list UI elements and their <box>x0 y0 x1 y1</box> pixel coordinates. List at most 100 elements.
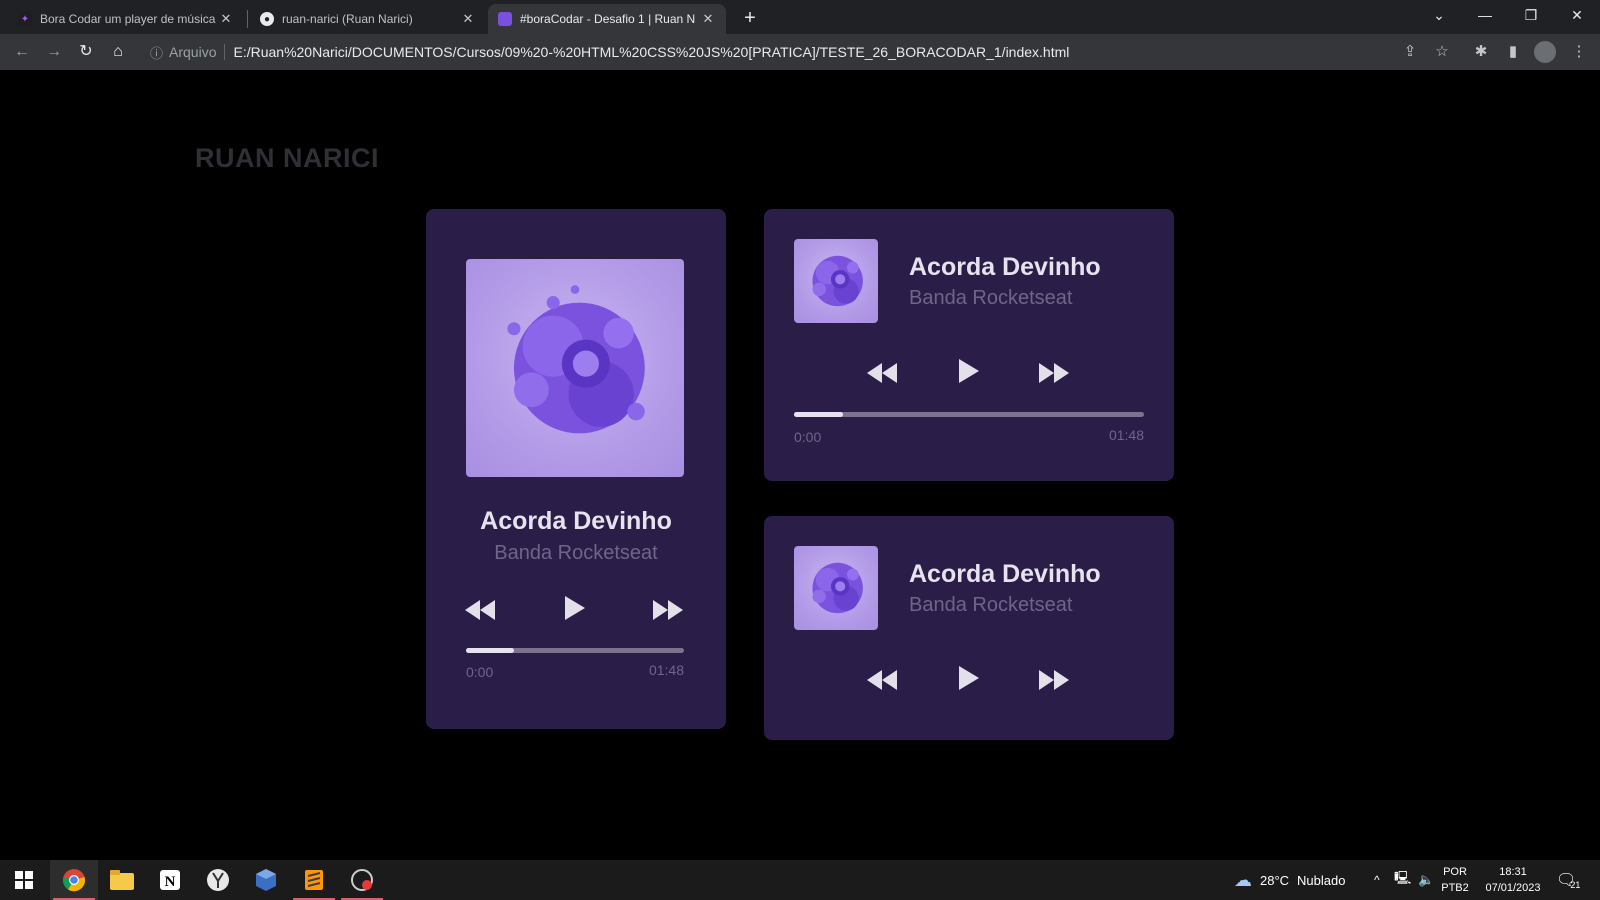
current-time: 0:00 <box>794 429 822 445</box>
page-favicon-icon <box>498 12 512 26</box>
virtualbox-icon[interactable] <box>242 860 290 900</box>
play-icon <box>959 666 979 690</box>
notifications-button[interactable]: 🗨 21 <box>1556 860 1580 900</box>
music-player-compact: Acorda Devinho Banda Rocketseat <box>764 516 1174 740</box>
album-art-graphic <box>812 562 863 614</box>
clock-date[interactable]: 07/01/2023 <box>1478 882 1548 894</box>
bookmark-star-icon[interactable]: ☆ <box>1431 41 1453 63</box>
progress-fill <box>466 648 514 653</box>
play-button[interactable] <box>950 358 986 384</box>
fast-forward-button[interactable] <box>1036 360 1072 386</box>
new-tab-button[interactable]: + <box>738 6 762 30</box>
rewind-button[interactable] <box>462 597 498 623</box>
back-icon[interactable]: ← <box>10 40 34 64</box>
weather-temperature: 28°C <box>1260 872 1290 888</box>
notion-icon[interactable]: N <box>146 860 194 900</box>
github-icon: ● <box>260 12 274 26</box>
show-hidden-icons[interactable]: ^ <box>1374 860 1380 900</box>
play-icon <box>565 596 585 620</box>
fast-forward-icon <box>653 600 683 620</box>
cloud-icon: ☁ <box>1234 869 1252 890</box>
duration: 01:48 <box>1108 427 1144 443</box>
fast-forward-button[interactable] <box>650 597 686 623</box>
address-divider <box>224 44 226 60</box>
tab-bora-codar[interactable]: ✦ Bora Codar um player de música ✕ <box>8 4 244 34</box>
rewind-icon <box>867 363 897 383</box>
browser-toolbar: ← → ↻ ⌂ ⓘ Arquivo E:/Ruan%20Narici/DOCUM… <box>0 34 1600 70</box>
weather-widget[interactable]: ☁ 28°C Nublado <box>1234 860 1345 900</box>
network-icon[interactable]: 🖳 <box>1394 860 1411 900</box>
page-content: RUAN NARICI Acorda Devinho Banda Rockets… <box>0 70 1600 845</box>
play-button[interactable] <box>556 595 592 621</box>
tab-title: #boraCodar - Desafio 1 | Ruan N <box>520 12 696 26</box>
progress-bar[interactable] <box>466 648 684 653</box>
close-icon[interactable]: ✕ <box>218 11 234 27</box>
song-title: Acorda Devinho <box>909 560 1101 588</box>
album-art-graphic <box>812 255 863 307</box>
sublime-icon[interactable] <box>290 860 338 900</box>
song-artist: Banda Rocketseat <box>909 287 1073 309</box>
album-cover-image <box>794 239 878 323</box>
rewind-icon <box>867 670 897 690</box>
chrome-icon[interactable] <box>50 860 98 900</box>
song-title: Acorda Devinho <box>909 253 1101 281</box>
side-panel-icon[interactable]: ▮ <box>1502 41 1524 63</box>
close-icon[interactable]: ✕ <box>700 11 716 27</box>
menu-kebab-icon[interactable]: ⋮ <box>1568 41 1590 63</box>
album-art-graphic <box>507 285 645 434</box>
weather-condition: Nublado <box>1297 872 1346 888</box>
song-artist: Banda Rocketseat <box>494 542 658 564</box>
recorder-icon[interactable] <box>338 860 386 900</box>
music-player-compact-progress: Acorda Devinho Banda Rocketseat 0:00 01:… <box>764 209 1174 481</box>
song-artist: Banda Rocketseat <box>909 594 1073 616</box>
tab-title: ruan-narici (Ruan Narici) <box>282 12 413 26</box>
play-button[interactable] <box>950 665 986 691</box>
clock-time[interactable]: 18:31 <box>1478 866 1548 878</box>
progress-fill <box>794 412 843 417</box>
extensions-icon[interactable]: ✱ <box>1470 41 1492 63</box>
reload-icon[interactable]: ↻ <box>74 40 98 64</box>
tab-boracodar[interactable]: #boraCodar - Desafio 1 | Ruan N ✕ <box>488 4 726 34</box>
home-icon[interactable]: ⌂ <box>106 40 130 64</box>
language-indicator[interactable]: POR <box>1440 866 1470 878</box>
restore-icon[interactable]: ❐ <box>1508 0 1554 30</box>
tab-divider <box>247 10 248 28</box>
rewind-button[interactable] <box>864 667 900 693</box>
tab-title: Bora Codar um player de música <box>40 12 216 26</box>
music-player-large: Acorda Devinho Banda Rocketseat 0:00 01:… <box>426 209 726 729</box>
close-window-icon[interactable]: ✕ <box>1554 0 1600 30</box>
windows-taskbar: N ☁ 28°C Nublado ^ 🖳 🔈 POR PTB2 18:31 07… <box>0 860 1600 900</box>
rewind-icon <box>465 600 495 620</box>
address-bar[interactable]: ⓘ Arquivo E:/Ruan%20Narici/DOCUMENTOS/Cu… <box>140 38 1480 66</box>
current-time: 0:00 <box>466 664 494 680</box>
tab-search-icon[interactable]: ⌄ <box>1416 0 1462 30</box>
yandex-icon[interactable] <box>194 860 242 900</box>
profile-avatar-icon[interactable] <box>1534 41 1556 63</box>
start-icon[interactable] <box>0 860 48 900</box>
keyboard-layout[interactable]: PTB2 <box>1440 882 1470 894</box>
share-icon[interactable]: ⇪ <box>1399 41 1421 63</box>
rewind-button[interactable] <box>864 360 900 386</box>
address-url[interactable]: E:/Ruan%20Narici/DOCUMENTOS/Cursos/09%20… <box>233 44 1069 60</box>
progress-bar[interactable] <box>794 412 1144 417</box>
album-cover-image <box>794 546 878 630</box>
brand-title: RUAN NARICI <box>195 143 379 173</box>
duration: 01:48 <box>648 662 684 678</box>
album-cover-image <box>466 259 684 477</box>
play-icon <box>959 359 979 383</box>
notification-count: 21 <box>1570 880 1581 890</box>
minimize-icon[interactable]: — <box>1462 0 1508 30</box>
info-icon[interactable]: ⓘ <box>150 43 163 62</box>
file-explorer-icon[interactable] <box>98 860 146 900</box>
figma-icon: ✦ <box>18 12 32 26</box>
song-title: Acorda Devinho <box>480 507 672 535</box>
address-scheme: Arquivo <box>169 44 217 60</box>
tab-github[interactable]: ● ruan-narici (Ruan Narici) ✕ <box>250 4 486 34</box>
forward-icon[interactable]: → <box>42 40 66 64</box>
fast-forward-icon <box>1039 363 1069 383</box>
volume-icon[interactable]: 🔈 <box>1418 860 1434 900</box>
browser-tab-bar: ✦ Bora Codar um player de música ✕ ● rua… <box>0 0 1600 34</box>
fast-forward-button[interactable] <box>1036 667 1072 693</box>
close-icon[interactable]: ✕ <box>460 11 476 27</box>
svg-text:N: N <box>165 874 176 890</box>
